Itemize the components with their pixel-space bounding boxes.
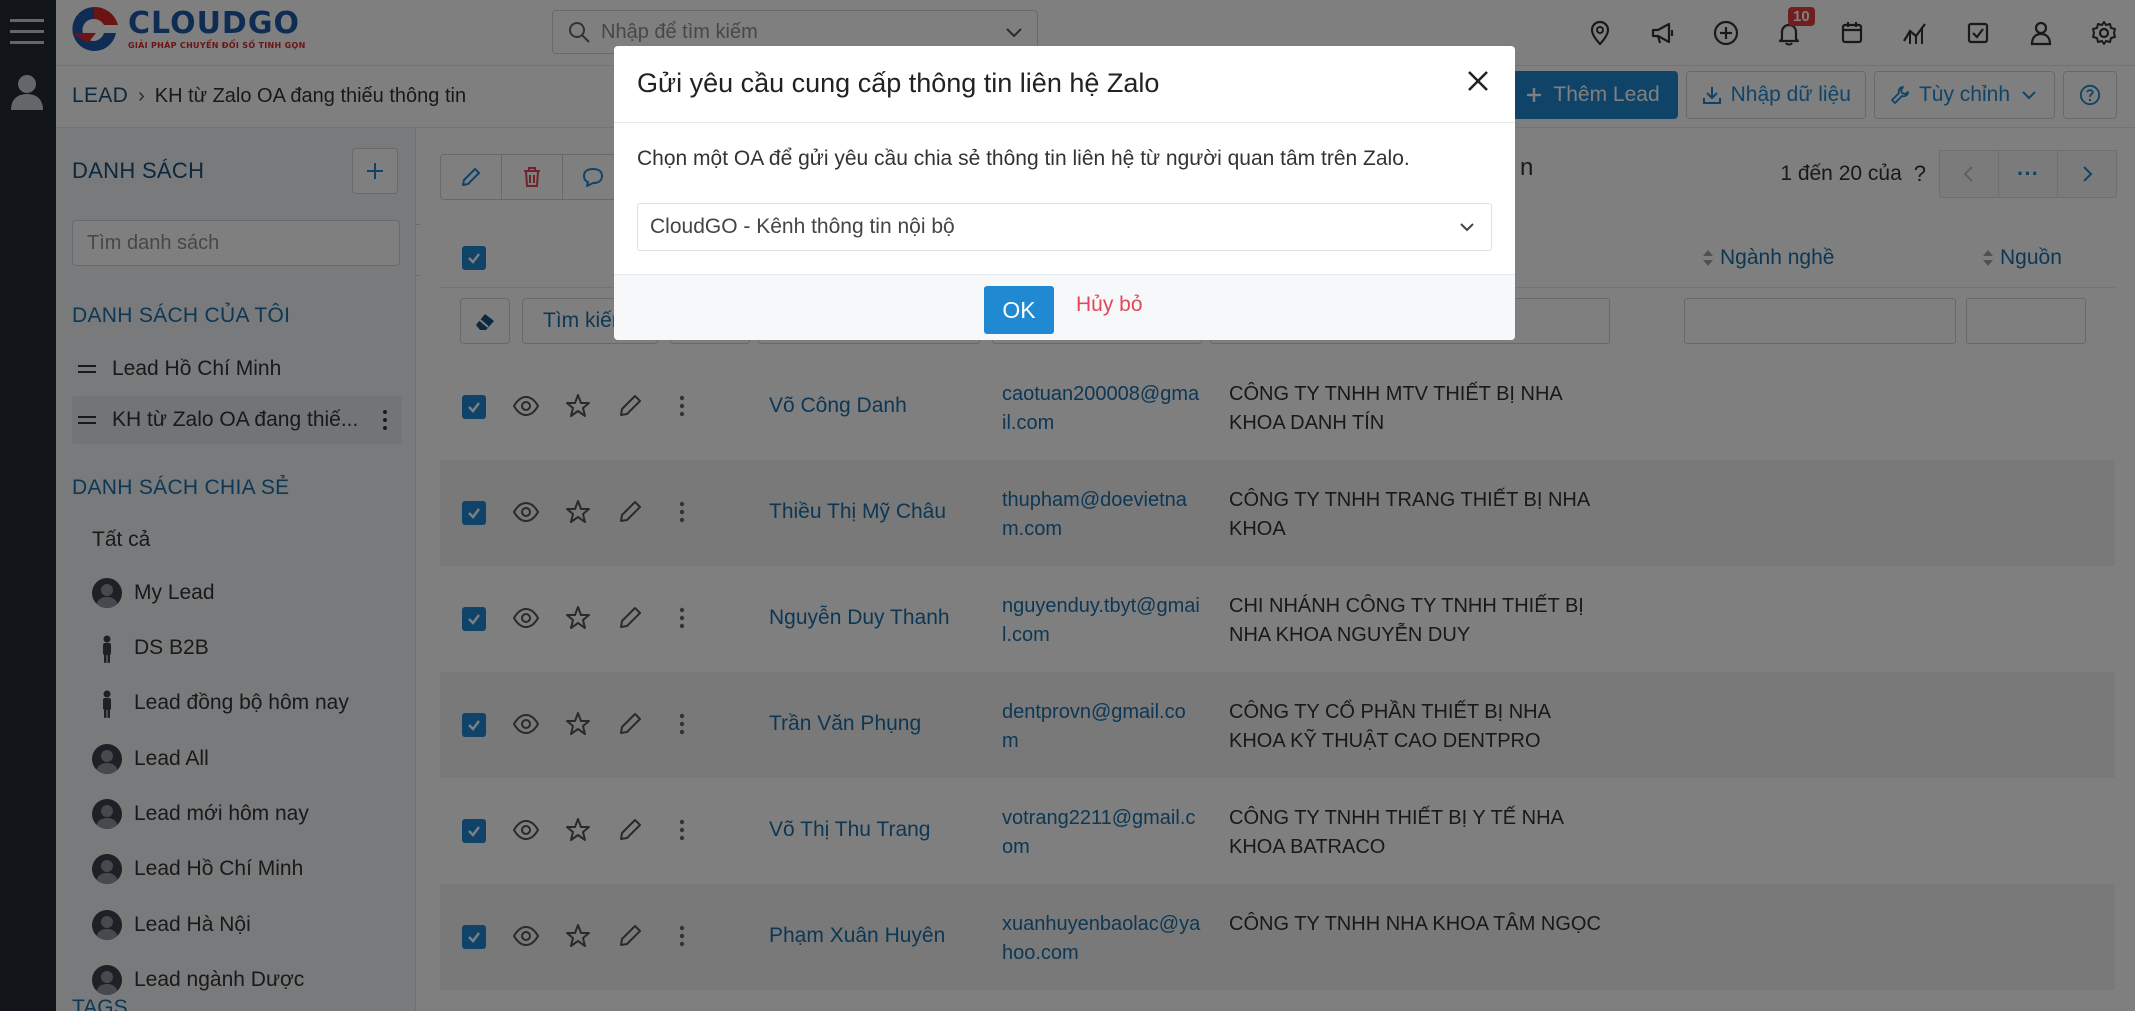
oa-select-value: CloudGO - Kênh thông tin nội bộ [650, 215, 955, 238]
modal-backdrop[interactable]: Gửi yêu cầu cung cấp thông tin liên hệ Z… [0, 0, 2135, 1011]
cancel-button[interactable]: Hủy bỏ [1076, 293, 1143, 317]
dialog-title: Gửi yêu cầu cung cấp thông tin liên hệ Z… [637, 68, 1160, 98]
dialog-footer: OK Hủy bỏ [614, 274, 1515, 340]
oa-select[interactable]: CloudGO - Kênh thông tin nội bộ [637, 203, 1492, 251]
dialog-description: Chọn một OA để gửi yêu cầu chia sẻ thông… [637, 147, 1410, 170]
ok-button[interactable]: OK [984, 286, 1054, 334]
chevron-down-icon [1457, 217, 1477, 237]
zalo-request-dialog: Gửi yêu cầu cung cấp thông tin liên hệ Z… [614, 46, 1515, 340]
close-icon[interactable] [1461, 64, 1495, 98]
